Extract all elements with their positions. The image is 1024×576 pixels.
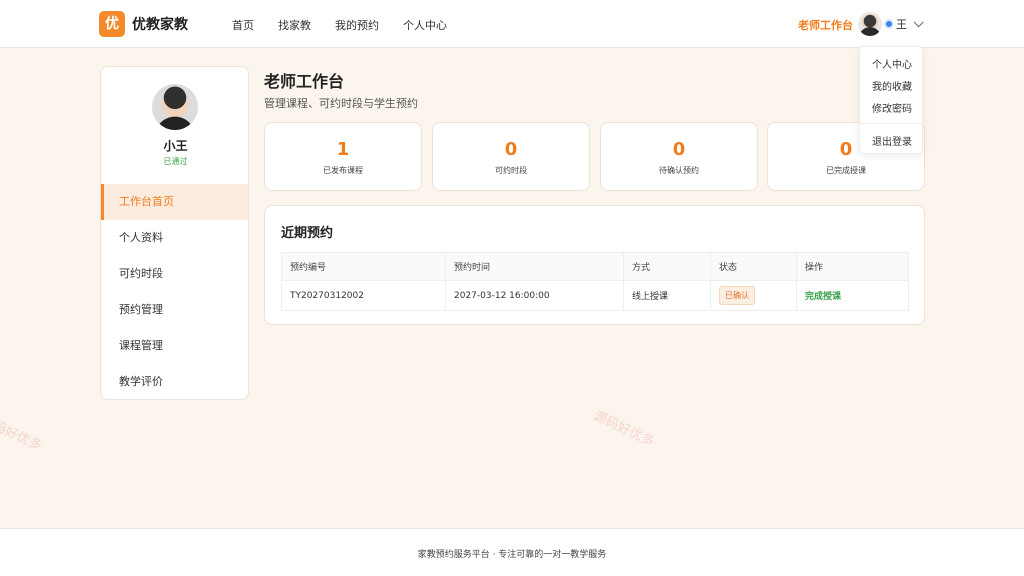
status-badge: 已确认: [719, 286, 755, 305]
complete-lesson-button[interactable]: 完成授课: [805, 292, 841, 302]
stat-value: 1: [336, 139, 350, 160]
column-header: 方式: [623, 252, 711, 281]
booking-mode: 线上授课: [623, 280, 711, 311]
footer: 家教预约服务平台 · 专注可靠的一对一教学服务: [0, 528, 1024, 576]
page-subtitle: 管理课程、可约时段与学生预约: [264, 97, 418, 110]
dropdown-item-favorites[interactable]: 我的收藏: [872, 78, 912, 93]
stat-value: 0: [504, 139, 518, 160]
stat-label: 可约时段: [495, 166, 527, 175]
stat-card-published-courses: 1 已发布课程: [264, 122, 422, 191]
sidebar-item-available-slots[interactable]: 可约时段: [101, 256, 248, 292]
booking-status-cell: 已确认: [710, 280, 797, 311]
chevron-down-icon: [913, 16, 924, 27]
sidebar-item-profile[interactable]: 个人资料: [101, 220, 248, 256]
sidebar-menu: 工作台首页 个人资料 可约时段 预约管理 课程管理 教学评价: [101, 184, 248, 399]
booking-id: TY20270312002: [281, 280, 446, 311]
main-nav: 首页 找家教 我的预约 个人中心: [232, 17, 471, 33]
recent-bookings-panel: 近期预约 预约编号 预约时间 方式 状态 操作 TY20270312002 20…: [264, 205, 925, 325]
booking-time: 2027-03-12 16:00:00: [445, 280, 624, 311]
column-header: 预约时间: [445, 252, 624, 281]
sidebar-item-dashboard[interactable]: 工作台首页: [101, 184, 248, 220]
dropdown-item-logout[interactable]: 退出登录: [872, 133, 912, 148]
stat-value: 0: [672, 139, 686, 160]
stat-label: 已发布课程: [323, 166, 363, 175]
footer-text: 家教预约服务平台 · 专注可靠的一对一教学服务: [417, 550, 607, 560]
nav-home[interactable]: 首页: [232, 17, 254, 33]
user-dropdown-menu: 个人中心 我的收藏 修改密码 退出登录: [859, 46, 923, 154]
booking-action-cell: 完成授课: [796, 280, 909, 311]
sidebar: 小王 已通过 工作台首页 个人资料 可约时段 预约管理 课程管理 教学评价: [100, 66, 249, 400]
sidebar-item-booking-management[interactable]: 预约管理: [101, 292, 248, 328]
profile-name: 小王: [163, 139, 188, 153]
nav-find-tutor[interactable]: 找家教: [278, 17, 311, 33]
online-dot-icon: [884, 19, 894, 29]
table-header-row: 预约编号 预约时间 方式 状态 操作: [281, 252, 909, 281]
user-name: 王: [896, 18, 907, 31]
dropdown-item-personal-center[interactable]: 个人中心: [872, 56, 912, 71]
dropdown-item-change-password[interactable]: 修改密码: [872, 100, 912, 115]
logo-icon[interactable]: 优: [99, 11, 125, 37]
stat-label: 已完成授课: [826, 166, 866, 175]
watermark: 源码好优多: [591, 408, 657, 450]
sidebar-item-course-management[interactable]: 课程管理: [101, 328, 248, 364]
stat-label: 待确认预约: [659, 166, 699, 175]
stat-card-available-slots: 0 可约时段: [432, 122, 590, 191]
column-header: 预约编号: [281, 252, 446, 281]
stat-card-pending-bookings: 0 待确认预约: [600, 122, 758, 191]
table-row: TY20270312002 2027-03-12 16:00:00 线上授课 已…: [281, 280, 909, 311]
nav-my-bookings[interactable]: 我的预约: [335, 17, 379, 33]
brand-name[interactable]: 优教家教: [132, 14, 188, 34]
user-menu-trigger[interactable]: 王: [858, 11, 924, 37]
watermark: 码好优多: [0, 418, 44, 455]
teacher-workbench-link[interactable]: 老师工作台: [798, 17, 853, 33]
column-header: 操作: [796, 252, 909, 281]
profile-avatar: [152, 84, 198, 130]
verification-status: 已通过: [163, 157, 188, 166]
page-title: 老师工作台: [264, 72, 345, 91]
dropdown-divider: [860, 123, 922, 124]
recent-bookings-title: 近期预约: [281, 226, 334, 241]
recent-bookings-table: 预约编号 预约时间 方式 状态 操作 TY20270312002 2027-03…: [281, 252, 909, 311]
avatar: [858, 12, 882, 36]
nav-personal-center[interactable]: 个人中心: [403, 17, 447, 33]
sidebar-item-teaching-reviews[interactable]: 教学评价: [101, 364, 248, 399]
top-header: 优 优教家教 首页 找家教 我的预约 个人中心 老师工作台 王: [0, 0, 1024, 48]
column-header: 状态: [710, 252, 797, 281]
